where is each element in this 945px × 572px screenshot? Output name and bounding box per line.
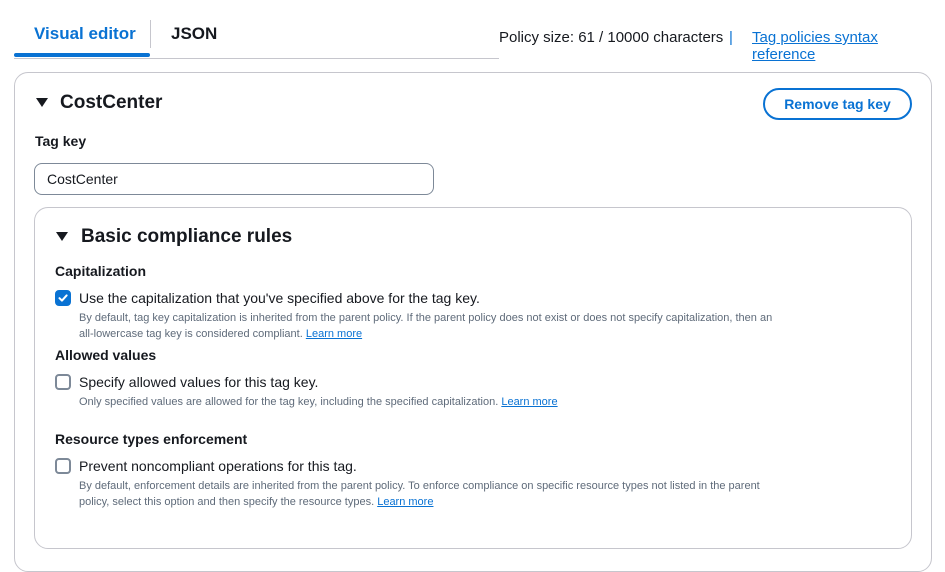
capitalization-description: By default, tag key capitalization is in… [79,310,879,342]
enforcement-description: By default, enforcement details are inhe… [79,478,879,510]
enforcement-label: Prevent noncompliant operations for this… [79,458,357,474]
allowed-values-heading: Allowed values [55,347,157,363]
capitalization-heading: Capitalization [55,263,147,279]
allowed-values-learn-more-link[interactable]: Learn more [501,396,557,408]
capitalization-learn-more-link[interactable]: Learn more [306,328,362,340]
enforcement-desc-line1: By default, enforcement details are inhe… [79,480,760,492]
allowed-values-checkbox[interactable] [55,374,71,390]
active-tab-indicator [14,53,150,57]
enforcement-heading: Resource types enforcement [55,431,248,447]
tag-section-title: CostCenter [60,92,163,113]
tab-visual-editor[interactable]: Visual editor [34,24,136,44]
enforcement-desc-line2-row: policy, select this option and then spec… [79,494,879,510]
allowed-values-desc-line1: Only specified values are allowed for th… [79,396,499,408]
enforcement-checkbox[interactable] [55,458,71,474]
enforcement-learn-more-link[interactable]: Learn more [377,496,433,508]
remove-tag-key-button[interactable]: Remove tag key [763,88,912,120]
capitalization-desc-line1: By default, tag key capitalization is in… [79,312,773,324]
capitalization-desc-line2: all-lowercase tag key is considered comp… [79,328,303,340]
tab-json[interactable]: JSON [171,24,217,44]
collapse-caret-icon[interactable] [36,98,48,107]
enforcement-desc-line2: policy, select this option and then spec… [79,496,375,508]
compliance-title: Basic compliance rules [81,226,293,247]
capitalization-checkbox[interactable] [55,290,71,306]
tag-key-label: Tag key [35,133,87,149]
compliance-caret-icon[interactable] [56,232,68,241]
capitalization-label: Use the capitalization that you've speci… [79,290,480,306]
capitalization-desc-line2-row: all-lowercase tag key is considered comp… [79,326,879,342]
tab-divider [150,20,151,48]
syntax-reference-link[interactable]: Tag policies syntax reference [752,29,945,63]
tag-key-input[interactable] [34,163,434,195]
allowed-values-label: Specify allowed values for this tag key. [79,374,319,390]
separator: | [729,29,733,46]
policy-size-text: Policy size: 61 / 10000 characters [499,29,724,46]
checkmark-icon [58,294,68,302]
editor-tabs: Visual editor JSON [14,0,499,59]
allowed-values-description: Only specified values are allowed for th… [79,394,879,410]
